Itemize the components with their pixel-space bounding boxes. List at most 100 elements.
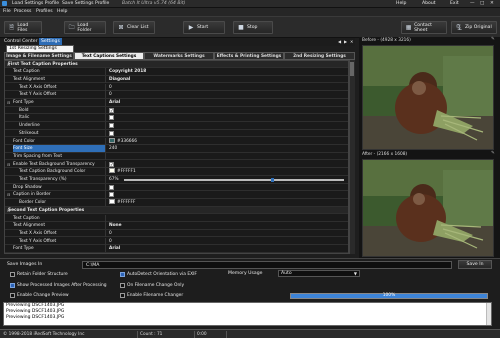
tab-effects-printing[interactable]: Effects & Printing Settings — [214, 52, 284, 60]
show-processed-option[interactable]: Show Processed Images After Processing — [10, 283, 107, 288]
grid-scrollbar[interactable] — [349, 60, 355, 254]
profiles-menu[interactable]: Profiles — [36, 9, 53, 15]
grid-row[interactable]: ⊟ Enable Text Background Transparency — [5, 160, 348, 169]
grid-row-value[interactable]: Copyright 2018 — [105, 68, 348, 76]
panel-close-icon[interactable]: ✕ — [350, 38, 353, 45]
grid-checkbox[interactable] — [109, 184, 114, 190]
autodetect-checkbox[interactable] — [120, 272, 125, 277]
grid-row-value[interactable]: 0 — [105, 237, 348, 245]
grid-row-value[interactable]: 0 — [105, 83, 348, 91]
grid-row[interactable]: Font Type Arial — [5, 245, 348, 253]
enable-change-preview-option[interactable]: Enable Change Preview — [10, 293, 69, 298]
retain-folder-checkbox[interactable] — [10, 272, 15, 277]
about-menu[interactable]: About — [422, 1, 436, 7]
grid-row-value[interactable]: Arial — [105, 99, 348, 106]
filename-change-only-checkbox[interactable] — [120, 283, 125, 288]
grid-row-value[interactable]: #FFFFFF — [105, 199, 348, 207]
grid-row[interactable]: Text Caption Background Color #FFFFF1 — [5, 168, 348, 176]
grid-row[interactable]: Italic — [5, 114, 348, 122]
grid-section-header[interactable]: ⊟ First Text Caption Properties — [5, 61, 348, 68]
show-processed-checkbox[interactable] — [10, 283, 15, 288]
pin-icon-after[interactable]: ✎ — [491, 151, 495, 156]
grid-row[interactable]: Text Caption Copyright 2018 — [5, 68, 348, 76]
settings-button[interactable]: Settings — [39, 38, 62, 45]
grid-checkbox[interactable] — [109, 161, 114, 167]
color-swatch[interactable] — [109, 137, 115, 143]
log-scrollbar[interactable] — [486, 303, 491, 325]
minimize-button[interactable]: — — [470, 0, 475, 7]
grid-row[interactable]: Font Color #336666 — [5, 137, 348, 145]
log-list[interactable]: Previewing DSCF1403.JPG Previewing DSCF1… — [3, 302, 492, 326]
change-preview-checkbox[interactable] — [10, 293, 15, 298]
grid-row-value[interactable]: 0 — [105, 229, 348, 237]
grid-row-value[interactable]: #336666 — [105, 137, 348, 145]
grid-row[interactable]: Text X Axis Offset 0 — [5, 229, 348, 238]
close-button[interactable]: ✕ — [490, 0, 494, 7]
load-folder-button[interactable]: 🗀 Load Folder — [64, 21, 106, 34]
filename-change-only-option[interactable]: On Filename Change Only — [120, 283, 184, 288]
help-menu[interactable]: Help — [396, 1, 406, 7]
maximize-button[interactable]: □ — [480, 0, 484, 7]
grid-row[interactable]: Text X Axis Offset 0 — [5, 83, 348, 92]
grid-row[interactable]: Border Color #FFFFFF — [5, 199, 348, 207]
grid-row[interactable]: Underline — [5, 122, 348, 130]
collapse-icon[interactable]: ⊟ — [7, 99, 12, 106]
grid-row-value[interactable] — [105, 122, 348, 130]
tab-text-captions[interactable]: Text Captions Settings — [74, 52, 144, 60]
grid-row[interactable]: Text Transparency (%) 67% — [5, 176, 348, 184]
grid-checkbox[interactable] — [109, 123, 114, 129]
grid-row[interactable]: Text Alignment None — [5, 222, 348, 230]
grid-row[interactable]: Text Caption — [5, 214, 348, 222]
grid-row-value[interactable] — [105, 160, 348, 168]
grid-row-value[interactable] — [105, 114, 348, 122]
grid-row-value[interactable]: Arial — [105, 245, 348, 253]
grid-checkbox[interactable] — [109, 192, 114, 198]
stop-button[interactable]: ■ Stop — [233, 21, 273, 34]
load-files-button[interactable]: 🗎 Load Files — [4, 21, 42, 34]
zip-original-button[interactable]: 🗜 Zip Original — [451, 21, 497, 34]
grid-row[interactable]: Trim Spacing from Text — [5, 152, 348, 161]
grid-row[interactable]: Text Alignment Diagonal — [5, 75, 348, 84]
clear-list-button[interactable]: ⊠ Clear List — [113, 21, 155, 34]
save-in-button[interactable]: Save In — [458, 260, 492, 269]
grid-scrollbar-thumb[interactable] — [350, 62, 354, 76]
grid-checkbox[interactable] — [109, 115, 114, 121]
grid-row[interactable]: ⊟ Caption in Border — [5, 191, 348, 199]
grid-row-value[interactable] — [105, 129, 348, 137]
grid-row[interactable]: ⊟ Font Type Arial — [5, 99, 348, 107]
process-menu[interactable]: Process — [14, 9, 31, 15]
transparency-slider[interactable] — [124, 177, 344, 182]
grid-checkbox[interactable] — [109, 107, 114, 113]
grid-row[interactable]: Text Y Axis Offset 0 — [5, 237, 348, 246]
help-menubar[interactable]: Help — [57, 9, 67, 15]
grid-row-value[interactable] — [105, 183, 348, 191]
exit-menu[interactable]: Exit — [450, 1, 459, 7]
grid-row-value[interactable]: 0 — [105, 91, 348, 99]
grid-row-value[interactable]: Diagonal — [105, 75, 348, 83]
tab-watermarks[interactable]: Watermarks Settings — [144, 52, 214, 60]
tab-scroll-right-icon[interactable]: ▶ — [344, 38, 347, 45]
grid-row[interactable]: Strikeout — [5, 129, 348, 138]
grid-row-value[interactable] — [105, 191, 348, 199]
pin-icon[interactable]: ✎ — [491, 37, 495, 42]
retain-folder-structure-option[interactable]: Retain Folder Structure — [10, 272, 68, 277]
tab-2nd-resizing[interactable]: 2nd Resizing Settings — [284, 52, 355, 60]
grid-row[interactable]: Font Size 240 — [5, 145, 348, 153]
grid-row-value[interactable]: 240 — [105, 145, 348, 153]
grid-row-value[interactable]: 67% — [105, 176, 348, 183]
start-button[interactable]: ▶ Start — [183, 21, 225, 34]
file-menu[interactable]: File — [3, 9, 11, 15]
autodetect-orientation-option[interactable]: AutoDetect Orientation via EXIF — [120, 272, 197, 277]
grid-section-header[interactable]: ⊟ Second Text Caption Properties — [5, 207, 348, 215]
grid-row-value[interactable] — [105, 106, 348, 114]
contact-sheet-button[interactable]: ▦ Contact Sheet — [401, 21, 447, 34]
grid-row[interactable]: Bold — [5, 106, 348, 115]
save-settings-profile-menu[interactable]: Save Settings Profile — [62, 1, 109, 7]
tab-scroll-left-icon[interactable]: ◀ — [338, 38, 341, 45]
grid-row-value[interactable]: None — [105, 222, 348, 230]
enable-filename-changer-option[interactable]: Enable Filename Changer — [120, 293, 183, 298]
grid-row[interactable]: Text Y Axis Offset 0 — [5, 91, 348, 99]
collapse-icon[interactable]: ⊟ — [7, 161, 12, 168]
color-swatch[interactable] — [109, 199, 115, 205]
collapse-icon[interactable]: ⊟ — [7, 191, 12, 198]
